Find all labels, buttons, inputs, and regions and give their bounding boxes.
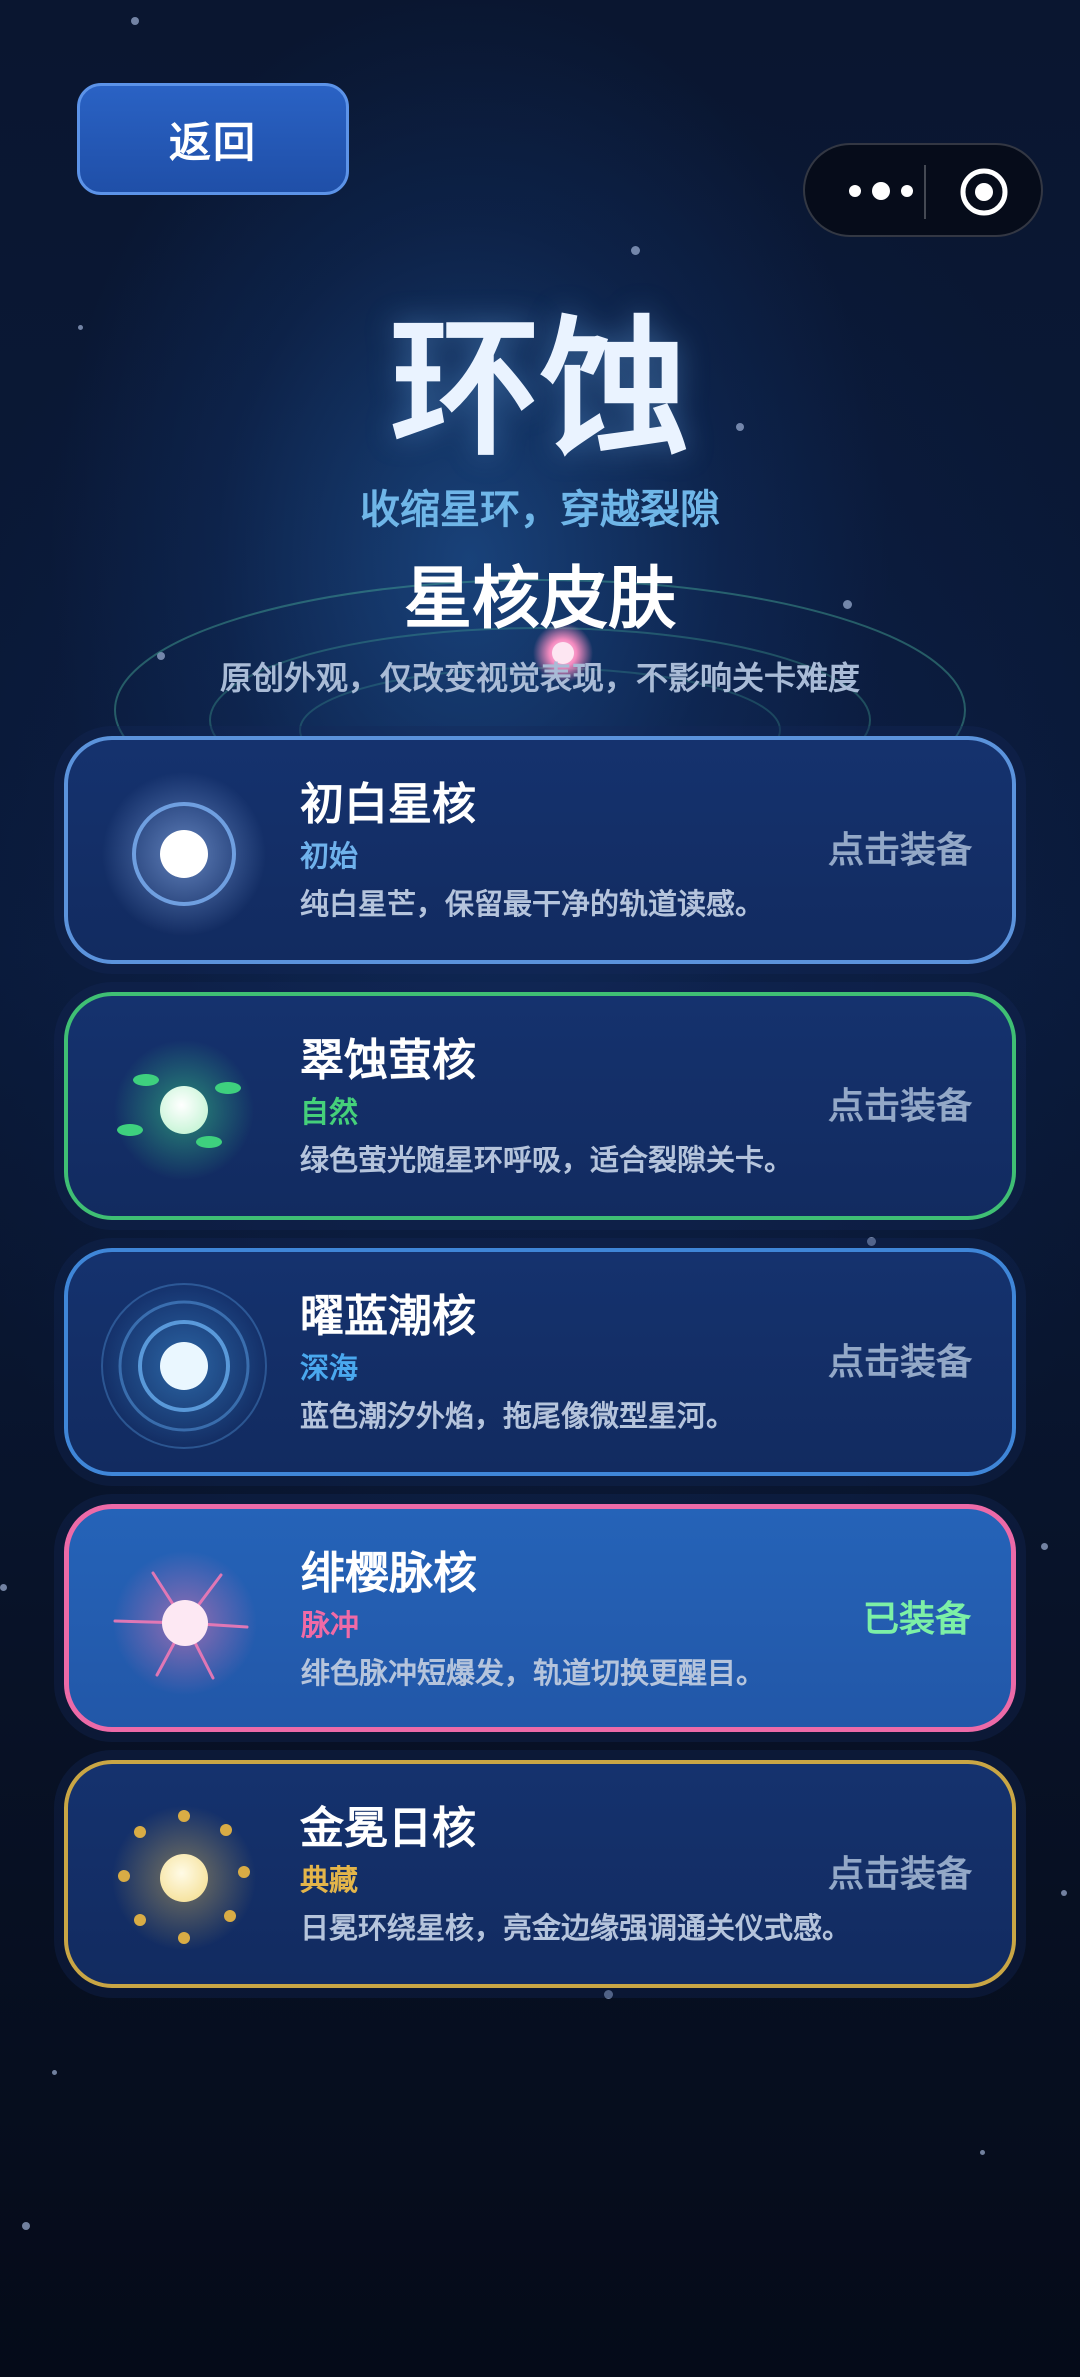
star [0, 1584, 7, 1591]
skin-card-green[interactable]: 翠蚀萤核 自然 绿色萤光随星环呼吸，适合裂隙关卡。 点击装备 [64, 992, 1016, 1220]
game-title: 环蚀 [389, 303, 690, 477]
skin-description: 绯色脉冲短爆发，轨道切换更醒目。 [301, 1656, 766, 1690]
star [1061, 1890, 1067, 1896]
skin-tag: 初始 [300, 839, 359, 873]
skin-description: 日冕环绕星核，亮金边缘强调通关仪式感。 [300, 1911, 852, 1945]
star [52, 2070, 57, 2075]
star [22, 2222, 30, 2230]
back-button[interactable]: 返回 [77, 83, 349, 195]
skin-name: 初白星核 [300, 779, 476, 830]
section-description: 原创外观，仅改变视觉表现，不影响关卡难度 [219, 659, 860, 697]
equip-button[interactable]: 点击装备 [828, 1850, 972, 1900]
skin-card-pink[interactable]: 绯樱脉核 脉冲 绯色脉冲短爆发，轨道切换更醒目。 已装备 [64, 1504, 1016, 1732]
skin-card-white[interactable]: 初白星核 初始 纯白星芒，保留最干净的轨道读感。 点击装备 [64, 736, 1016, 964]
skin-card-blue[interactable]: 曜蓝潮核 深海 蓝色潮汐外焰，拖尾像微型星河。 点击装备 [64, 1248, 1016, 1476]
equip-button[interactable]: 点击装备 [828, 1338, 972, 1388]
star [1041, 1543, 1048, 1550]
skin-description: 蓝色潮汐外焰，拖尾像微型星河。 [300, 1399, 736, 1433]
skin-card-gold[interactable]: 金冕日核 典藏 日冕环绕星核，亮金边缘强调通关仪式感。 点击装备 [64, 1760, 1016, 1988]
green-firefly-core-icon [114, 1040, 254, 1180]
more-options-icon[interactable] [841, 171, 921, 211]
skin-name: 金冕日核 [300, 1803, 476, 1854]
skin-tag: 典藏 [300, 1863, 359, 1897]
skin-name: 曜蓝潮核 [300, 1291, 476, 1342]
white-core-icon [102, 772, 266, 936]
close-target-icon[interactable] [959, 167, 1009, 217]
pink-pulse-core-icon [113, 1551, 257, 1695]
equipped-status: 已装备 [862, 1599, 971, 1640]
equip-button[interactable]: 点击装备 [828, 826, 972, 876]
star [604, 1990, 613, 1999]
capsule-divider [924, 165, 926, 219]
skin-tag: 脉冲 [301, 1608, 360, 1642]
skin-description: 纯白星芒，保留最干净的轨道读感。 [300, 887, 765, 921]
game-subtitle: 收缩星环，穿越裂隙 [360, 487, 720, 533]
section-title: 星核皮肤 [403, 560, 676, 639]
skin-tag: 自然 [300, 1095, 359, 1129]
star [867, 1237, 876, 1246]
blue-tide-core-icon [100, 1282, 268, 1450]
skin-name: 绯樱脉核 [301, 1548, 477, 1599]
skin-description: 绿色萤光随星环呼吸，适合裂隙关卡。 [300, 1143, 794, 1177]
gold-corona-core-icon [112, 1806, 256, 1950]
mini-program-capsule [803, 143, 1043, 237]
star [980, 2150, 985, 2155]
equip-button[interactable]: 点击装备 [828, 1082, 972, 1132]
skin-tag: 深海 [300, 1351, 359, 1385]
skin-name: 翠蚀萤核 [300, 1035, 476, 1086]
